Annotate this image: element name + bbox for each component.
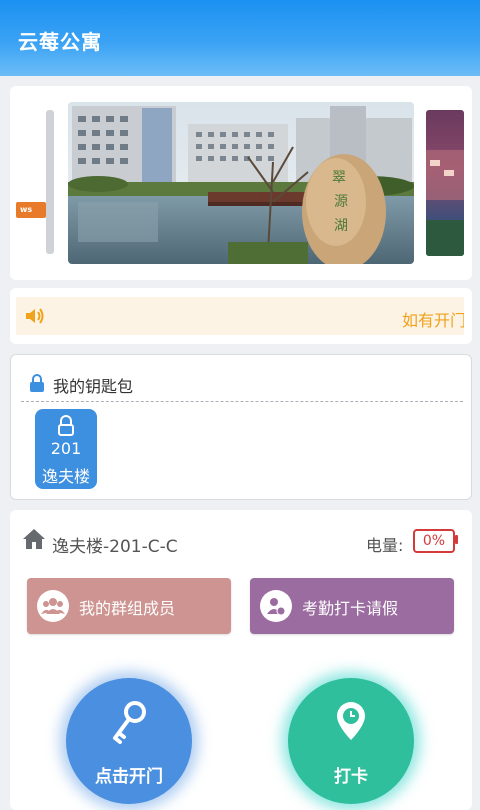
person-clock-icon [260,590,292,622]
banner-prev-slide[interactable] [46,110,54,254]
key-bag-header: 我的钥匙包 [29,373,133,397]
svg-text:源: 源 [334,194,348,210]
room-card: 逸夫楼-201-C-C 电量: 0% 我的群组成员 考勤打卡请假 点击开门 打卡 [10,510,472,810]
group-members-label: 我的群组成员 [79,599,176,618]
svg-text:翠: 翠 [332,170,346,186]
battery-indicator: 0% [413,529,455,553]
room-header: 逸夫楼-201-C-C [22,528,178,557]
svg-text:湖: 湖 [334,218,348,234]
key-bag-title: 我的钥匙包 [53,377,134,396]
app-header: 云莓公寓 [0,0,480,76]
notice-card: 如有开门 [10,288,472,344]
battery-value: 0% [422,533,446,549]
key-tile[interactable]: 201 逸夫楼 [35,409,97,489]
battery-tip [455,535,458,544]
open-door-button[interactable]: 点击开门 [66,678,192,804]
banner-prev-tag-text: ws [20,205,33,214]
key-building-name: 逸夫楼 [41,467,90,486]
campus-photo: 翠 源 湖 [68,102,414,264]
key-room-number: 201 [50,439,82,458]
clock-in-label: 打卡 [334,767,368,787]
room-name: 逸夫楼-201-C-C [52,537,178,557]
notice-bar[interactable]: 如有开门 [16,297,464,335]
group-icon [37,590,69,622]
lock-icon [29,374,45,397]
carousel-indicator [288,262,322,264]
attendance-leave-button[interactable]: 考勤打卡请假 [250,578,454,634]
app-title: 云莓公寓 [18,30,102,54]
next-slide-photo [426,150,464,256]
notice-text: 如有开门 [402,311,464,330]
banner-prev-tag: ws [16,202,46,218]
key-icon [109,700,149,748]
key-bag-card: 我的钥匙包 201 逸夫楼 [10,354,472,500]
clock-in-button[interactable]: 打卡 [288,678,414,804]
battery-label: 电量: [366,536,404,555]
unlock-icon [57,415,75,441]
speaker-icon [24,307,46,329]
banner-next-slide[interactable] [426,110,464,256]
group-members-button[interactable]: 我的群组成员 [27,578,231,634]
open-door-label: 点击开门 [95,767,163,787]
location-clock-icon [331,700,371,748]
home-icon [22,529,46,554]
attendance-leave-label: 考勤打卡请假 [302,599,399,618]
banner-carousel[interactable]: ws 翠 源 湖 [10,86,472,280]
banner-image[interactable]: 翠 源 湖 [68,102,414,264]
divider [21,401,463,402]
